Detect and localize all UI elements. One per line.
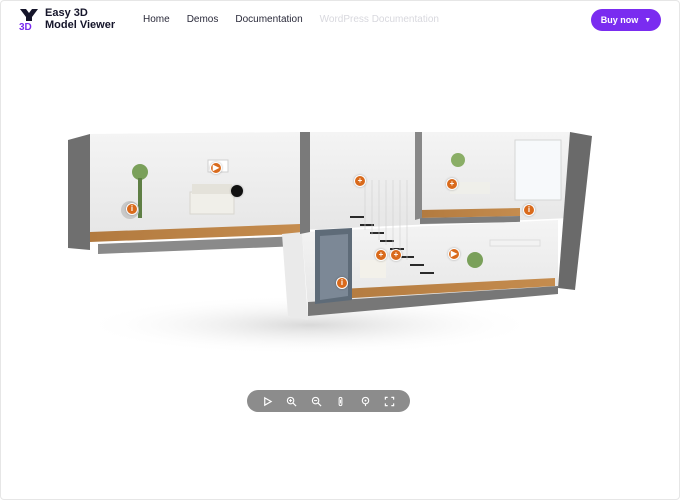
hotspot-info-icon[interactable]: i (523, 204, 535, 216)
hotspot-plus-icon[interactable]: + (446, 178, 458, 190)
brand-name: Easy 3D Model Viewer (45, 7, 115, 31)
logo-mark-icon: 3D (19, 9, 38, 31)
loft-plant (451, 153, 465, 167)
hotspot-play-icon[interactable]: ▶ (210, 162, 222, 174)
nav-item-demos[interactable]: Demos (187, 14, 219, 25)
lower-plant (467, 252, 483, 268)
brand-line-1: Easy 3D (45, 7, 88, 19)
right-divider (415, 132, 422, 220)
hotspot-info-icon[interactable]: i (336, 277, 348, 289)
zoom-out-icon[interactable] (309, 394, 323, 408)
chevron-down-icon: ▼ (644, 16, 652, 24)
elevator-door (320, 234, 348, 300)
hotspot-play-icon[interactable]: ▶ (448, 248, 460, 260)
logo-mark-text: 3D (19, 22, 32, 31)
nav-item-home[interactable]: Home (143, 14, 170, 25)
bed (189, 191, 235, 215)
main-nav: Home Demos Documentation WordPress Docum… (143, 14, 456, 25)
center-divider (300, 132, 310, 234)
brand-line-2: Model Viewer (45, 19, 116, 31)
nav-item-documentation[interactable]: Documentation (235, 14, 302, 25)
hotspot-info-icon[interactable]: i (126, 203, 138, 215)
nav-item-wordpress-documentation[interactable]: WordPress Documentation (320, 14, 439, 25)
brand-logo[interactable]: 3D Easy 3D Model Viewer (18, 7, 115, 31)
hotspot-plus-icon[interactable]: + (390, 249, 402, 261)
bed-headboard (192, 184, 232, 194)
model-viewer[interactable]: ▶ i + + i i + + ▶ (60, 120, 600, 360)
house-model[interactable] (60, 120, 600, 360)
plant (132, 164, 148, 180)
lower-shelf (360, 260, 386, 278)
hotspot-plus-icon[interactable]: + (354, 175, 366, 187)
fullscreen-icon[interactable] (383, 394, 397, 408)
site-header: 3D Easy 3D Model Viewer Home Demos Docum… (0, 0, 680, 40)
hotspot-plus-icon[interactable]: + (375, 249, 387, 261)
dining-table (489, 239, 541, 247)
info-icon[interactable] (334, 394, 348, 408)
buy-now-button[interactable]: Buy now ▼ (591, 9, 661, 31)
play-icon[interactable] (260, 394, 274, 408)
zoom-in-icon[interactable] (285, 394, 299, 408)
hotspot-dot-icon[interactable] (231, 185, 243, 197)
window (514, 139, 562, 201)
hotspot-icon[interactable] (358, 394, 372, 408)
viewer-toolbar (247, 390, 410, 412)
buy-now-label: Buy now (600, 15, 639, 25)
left-outer-wall (68, 134, 90, 250)
